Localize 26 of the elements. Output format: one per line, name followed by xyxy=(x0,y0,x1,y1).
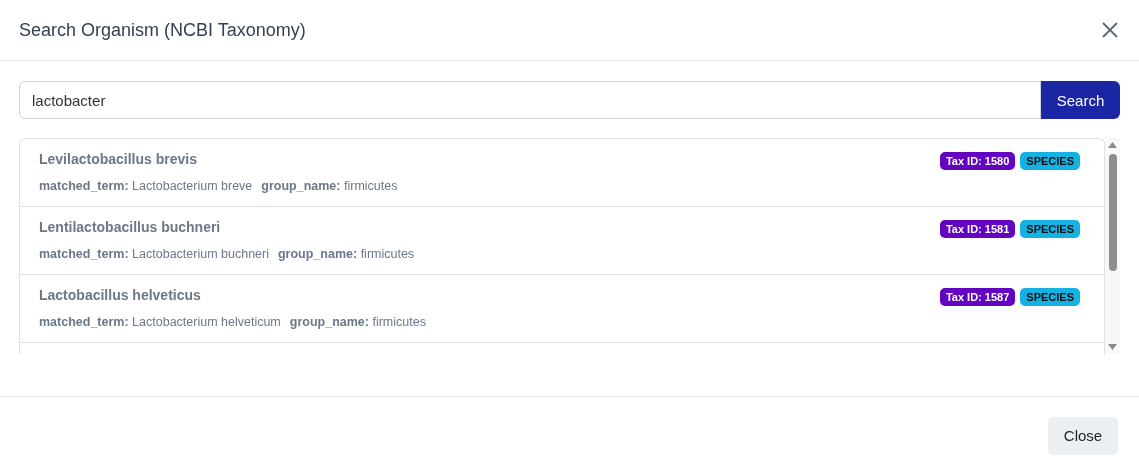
organism-name: Levilactobacillus brevis xyxy=(39,151,197,167)
dialog-title: Search Organism (NCBI Taxonomy) xyxy=(19,19,306,41)
organism-name: Lentilactobacillus buchneri xyxy=(39,219,221,235)
rank-badge: SPECIES xyxy=(1020,152,1080,170)
organism-name: Lactobacillus helveticus xyxy=(39,287,201,303)
tax-id-badge: Tax ID: 1587 xyxy=(939,288,1016,306)
search-field[interactable]: lactobacter xyxy=(19,81,1041,119)
field-text: matched_term: Lactobacterium breve xyxy=(39,179,253,193)
close-icon[interactable] xyxy=(1102,22,1118,38)
scroll-down-icon[interactable] xyxy=(1108,344,1117,350)
rank-badge: SPECIES xyxy=(1020,288,1080,306)
rank-badge: SPECIES xyxy=(1020,220,1080,238)
scrollbar[interactable] xyxy=(1105,138,1120,354)
tax-id-badge: Tax ID: 1580 xyxy=(939,152,1016,170)
result-item[interactable]: Lactobacillus helveticus Tax ID: 1587 SPECIES matched_term: Lactobacterium helveticum group_name: firmicutes xyxy=(20,275,1104,343)
field-text: group_name: firmicutes xyxy=(278,247,415,261)
close-button[interactable]: Close xyxy=(1048,416,1118,455)
field-text: group_name: firmicutes xyxy=(261,179,398,193)
result-item[interactable]: Lentilactobacillus buchneri Tax ID: 1581 SPECIES matched_term: Lactobacterium buchneri group_name: firmicutes xyxy=(20,207,1104,275)
field-text: group_name: firmicutes xyxy=(289,315,426,329)
result-item[interactable]: Levilactobacillus brevis Tax ID: 1580 SPECIES matched_term: Lactobacterium breve group_name: firmicutes xyxy=(20,139,1104,207)
tax-id-badge: Tax ID: 1581 xyxy=(939,220,1016,238)
scroll-up-icon[interactable] xyxy=(1108,142,1117,148)
field-text: matched_term: Lactobacterium helveticum xyxy=(39,315,281,329)
field-text: matched_term: Lactobacterium buchneri xyxy=(39,247,269,261)
search-button[interactable]: Search xyxy=(1041,81,1120,119)
